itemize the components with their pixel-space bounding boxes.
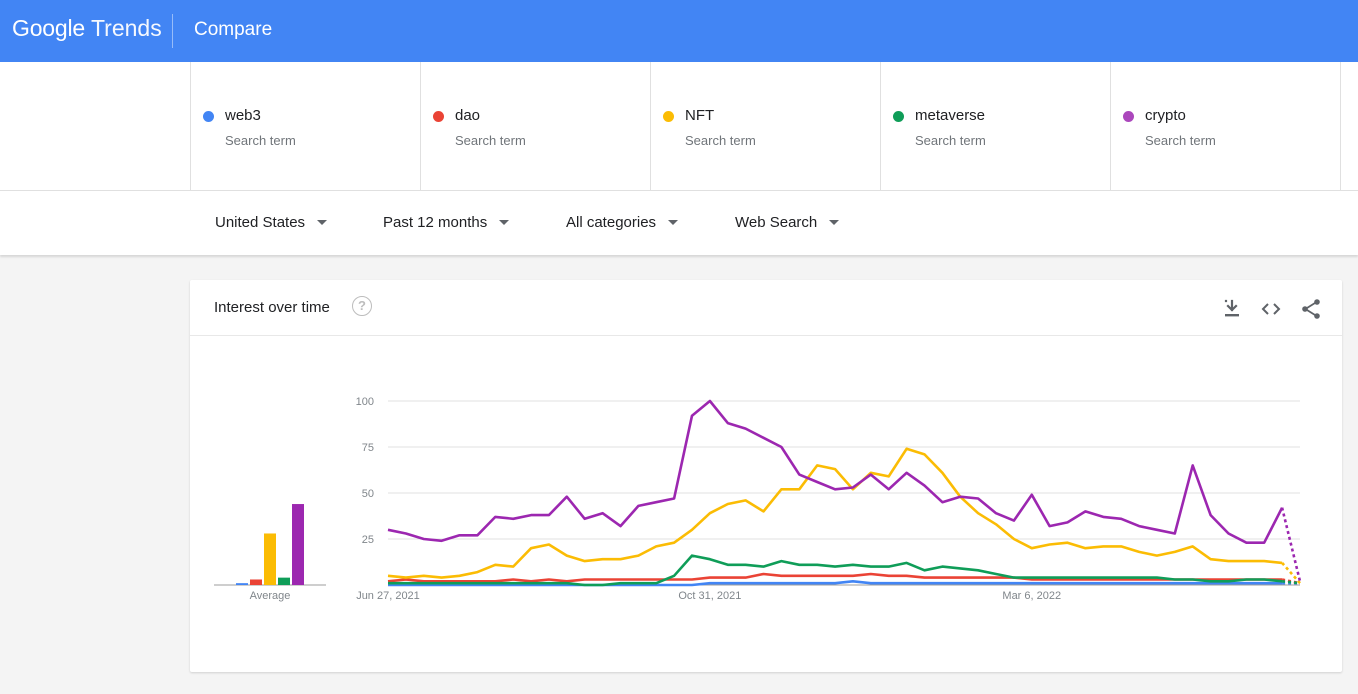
average-bar-dao [250,579,262,585]
term-name: NFT [685,107,715,124]
dropdown-arrow-icon [829,220,840,225]
term-name: web3 [225,107,261,124]
x-axis-ticks: Jun 27, 2021 Oct 31, 2021 Mar 6, 2022 [356,590,1061,602]
term-type: Search term [225,133,296,148]
term-type: Search term [915,133,986,148]
y-tick-label: 50 [362,488,374,500]
term-card-web3[interactable]: web3 Search term [190,62,420,190]
logo-brand: Google [12,15,85,41]
term-name: dao [455,107,481,124]
embed-code-icon[interactable] [1259,297,1283,321]
average-bars: Average [214,504,326,602]
x-tick-label: Jun 27, 2021 [356,590,420,602]
term-name: crypto [1145,107,1186,124]
time-range-label: Past 12 months [383,214,488,231]
search-type-dropdown[interactable]: Web Search [735,214,840,231]
page-title: Compare [194,19,273,40]
average-bar-nft [264,533,276,585]
term-type: Search term [685,133,756,148]
term-card-metaverse[interactable]: metaverse Search term [880,62,1110,190]
dropdown-arrow-icon [499,220,510,225]
x-tick-label: Oct 31, 2021 [678,590,741,602]
x-tick-label: Mar 6, 2022 [1002,590,1061,602]
y-tick-label: 25 [362,534,374,546]
time-range-dropdown[interactable]: Past 12 months [383,214,510,231]
series-partial-crypto [1280,507,1302,582]
header-divider [172,14,173,48]
term-name: metaverse [915,107,986,124]
average-bar-crypto [292,504,304,585]
term-card-crypto[interactable]: crypto Search term [1110,62,1341,190]
average-bar-metaverse [278,577,290,585]
region-dropdown[interactable]: United States [215,214,328,231]
series-line-crypto [387,399,1284,544]
term-color-dot [893,111,904,122]
search-type-label: Web Search [735,214,818,231]
top-app-bar: Google Trends Compare [0,0,1358,62]
dropdown-arrow-icon [668,220,679,225]
y-tick-label: 100 [356,396,374,408]
term-card-nft[interactable]: NFT Search term [650,62,880,190]
chart-grid: 25 50 75 100 [356,396,1300,586]
average-bar-web3 [236,583,248,585]
term-color-dot [203,111,214,122]
google-trends-logo[interactable]: Google Trends [12,15,162,47]
term-type: Search term [455,133,526,148]
term-color-dot [663,111,674,122]
card-title: Interest over time [214,299,330,316]
category-label: All categories [566,214,657,231]
term-color-dot [1123,111,1134,122]
category-dropdown[interactable]: All categories [566,214,679,231]
download-icon[interactable] [1220,297,1244,321]
card-header: Interest over time ? [190,280,1342,336]
compare-terms-bar: web3 Search term dao Search term NFT Sea… [0,62,1358,191]
term-type: Search term [1145,133,1216,148]
share-icon[interactable] [1299,297,1323,321]
region-label: United States [215,214,306,231]
interest-chart: Average 25 50 75 100 Jun 27, 2021 Oct 31, 20… [214,396,1302,602]
help-icon[interactable]: ? [352,296,372,316]
interest-over-time-card: Interest over time ? Average 25 50 75 100 J… [190,280,1342,672]
filter-bar: United States Past 12 months All categor… [0,191,1358,255]
term-color-dot [433,111,444,122]
series-line-nft [387,447,1283,579]
dropdown-arrow-icon [317,220,328,225]
term-card-dao[interactable]: dao Search term [420,62,650,190]
average-label: Average [250,590,291,602]
y-tick-label: 75 [362,442,374,454]
logo-product: Trends [90,15,162,41]
